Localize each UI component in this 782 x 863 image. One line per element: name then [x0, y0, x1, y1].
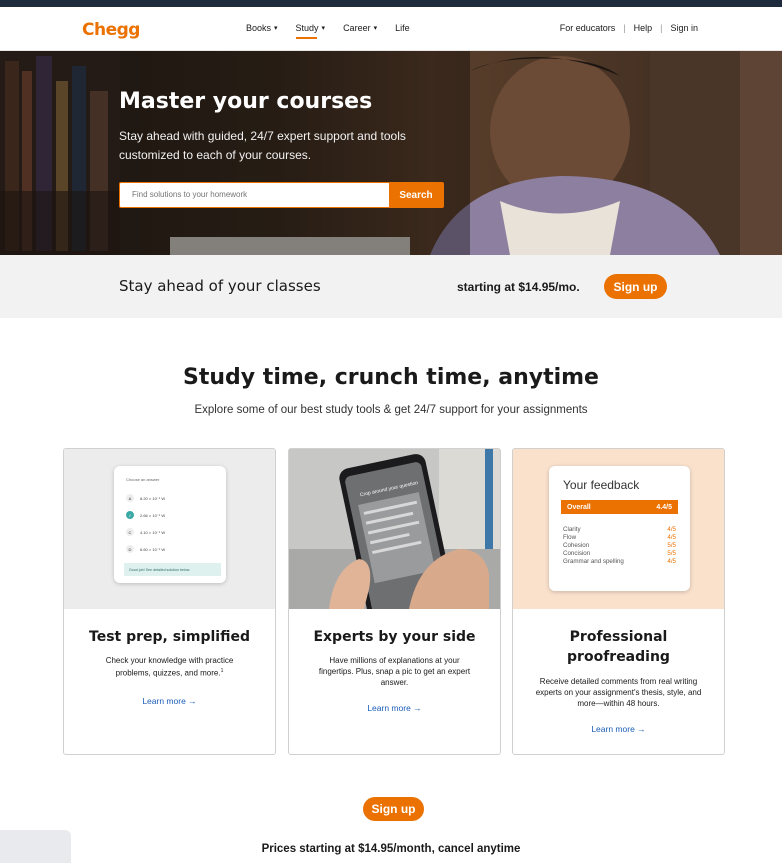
option-letter: D: [126, 545, 134, 553]
quiz-option: C 4.10 × 10⁻¹ W: [126, 528, 165, 536]
card-experts-image: Crop around your question: [289, 449, 500, 609]
card-test-prep-image: Choose an answer A 8.20 × 10⁻¹ W ✓ 2.66 …: [64, 449, 275, 609]
quiz-option: A 8.20 × 10⁻¹ W: [126, 494, 165, 502]
card-title: Professional proofreading: [567, 629, 670, 665]
learn-more-link[interactable]: Learn more →: [64, 696, 275, 706]
row-value: 5/5: [667, 542, 676, 549]
quiz-mockup: Choose an answer A 8.20 × 10⁻¹ W ✓ 2.66 …: [114, 466, 226, 583]
learn-more-link[interactable]: Learn more →: [289, 703, 500, 713]
nav-study[interactable]: Study ▾: [295, 23, 326, 39]
for-educators-link[interactable]: For educators: [560, 23, 616, 33]
overall-value: 4.4/5: [656, 503, 672, 511]
section-title: Study time, crunch time, anytime: [183, 365, 599, 390]
feedback-row: Clarity 4/5: [563, 526, 676, 533]
feedback-row: Concision 5/5: [563, 550, 676, 557]
caret-down-icon: ▾: [373, 25, 378, 32]
option-text: 2.66 × 10⁻¹ W: [140, 512, 166, 518]
option-text: 4.10 × 10⁻¹ W: [140, 529, 166, 535]
overall-label: Overall: [567, 503, 591, 511]
phone-photo: Crop around your question: [289, 449, 500, 609]
caret-down-icon: ▾: [274, 25, 278, 32]
top-nav: Chegg Books ▾ Study ▾ Career ▾ Life For …: [0, 7, 782, 51]
quiz-feedback: Good job! See detailed solution below.: [124, 563, 221, 576]
check-icon: ✓: [126, 511, 134, 519]
quiz-option-selected: ✓ 2.66 × 10⁻¹ W: [126, 511, 165, 519]
nav-right: For educators | Help | Sign in: [560, 23, 698, 33]
nav-books-label: Books: [246, 23, 272, 33]
nav-separator: |: [623, 23, 626, 33]
band-sign-up-button[interactable]: Sign up: [604, 274, 667, 299]
footer-sign-up-button[interactable]: Sign up: [363, 797, 424, 821]
chegg-logo[interactable]: Chegg: [82, 20, 140, 40]
card-description: Receive detailed comments from real writ…: [535, 677, 702, 708]
card-description-text: Check your knowledge with practice probl…: [105, 656, 234, 678]
card-title: Test prep, simplified: [89, 629, 250, 645]
learn-more-link[interactable]: Learn more →: [513, 724, 724, 734]
nav-study-label: Study: [295, 23, 319, 33]
card-description: Have millions of explanations at your fi…: [318, 656, 471, 687]
band-headline: Stay ahead of your classes: [119, 277, 321, 295]
row-label: Clarity: [563, 526, 581, 533]
nav-life[interactable]: Life: [395, 23, 410, 33]
top-strip: [0, 0, 782, 7]
option-letter: A: [126, 494, 134, 502]
nav-career[interactable]: Career ▾: [343, 23, 377, 33]
row-value: 4/5: [667, 526, 676, 533]
arrow-right-icon: →: [188, 696, 197, 706]
hero-banner: Master your courses Stay ahead with guid…: [0, 51, 782, 255]
row-label: Concision: [563, 550, 591, 557]
nav-separator: |: [660, 23, 663, 33]
feedback-row: Flow 4/5: [563, 534, 676, 541]
hero-title: Master your courses: [119, 89, 373, 114]
card-test-prep: Choose an answer A 8.20 × 10⁻¹ W ✓ 2.66 …: [63, 448, 276, 755]
signup-band: Stay ahead of your classes starting at $…: [0, 255, 782, 318]
help-link[interactable]: Help: [634, 23, 653, 33]
chat-widget[interactable]: [0, 830, 71, 863]
card-proofreading-image: Your feedback Overall 4.4/5 Clarity 4/5 F…: [513, 449, 724, 609]
option-text: 6.60 × 10⁻¹ W: [140, 546, 166, 552]
card-description: Check your knowledge with practice probl…: [94, 655, 245, 679]
feedback-mockup: Your feedback Overall 4.4/5 Clarity 4/5 F…: [549, 466, 690, 591]
hero-subtitle: Stay ahead with guided, 24/7 expert supp…: [119, 129, 406, 162]
section-subtitle: Explore some of our best study tools & g…: [194, 404, 588, 416]
arrow-right-icon: →: [413, 703, 422, 713]
main-nav: Books ▾ Study ▾ Career ▾ Life: [246, 23, 410, 39]
row-value: 5/5: [667, 550, 676, 557]
footer-price-text: Prices starting at $14.95/month, cancel …: [261, 843, 521, 855]
nav-career-label: Career: [343, 23, 371, 33]
hero-search: Search: [119, 182, 444, 208]
sign-in-link[interactable]: Sign in: [670, 23, 698, 33]
feedback-row: Cohesion 5/5: [563, 542, 676, 549]
caret-down-icon: ▾: [321, 25, 326, 32]
row-label: Flow: [563, 534, 577, 541]
card-proofreading: Your feedback Overall 4.4/5 Clarity 4/5 F…: [512, 448, 725, 755]
nav-life-label: Life: [395, 23, 410, 33]
row-value: 4/5: [667, 534, 676, 541]
overall-score-bar: Overall 4.4/5: [561, 500, 678, 514]
feedback-title: Your feedback: [563, 478, 640, 492]
option-text: 8.20 × 10⁻¹ W: [140, 495, 166, 501]
quiz-question: Choose an answer: [126, 477, 160, 482]
learn-more-label: Learn more: [591, 724, 635, 734]
card-title: Experts by your side: [313, 629, 476, 645]
row-label: Grammar and spelling: [563, 558, 624, 565]
learn-more-label: Learn more: [142, 696, 186, 706]
option-letter: C: [126, 528, 134, 536]
arrow-right-icon: →: [637, 724, 646, 734]
search-button[interactable]: Search: [389, 183, 443, 207]
nav-books[interactable]: Books ▾: [246, 23, 278, 33]
band-price: starting at $14.95/mo.: [457, 280, 580, 294]
row-value: 4/5: [667, 558, 676, 565]
learn-more-label: Learn more: [367, 703, 411, 713]
quiz-option: D 6.60 × 10⁻¹ W: [126, 545, 165, 553]
row-label: Cohesion: [563, 542, 590, 549]
homework-search-input[interactable]: [120, 183, 392, 205]
feedback-row: Grammar and spelling 4/5: [563, 558, 676, 565]
card-experts: Crop around your question Experts by you…: [288, 448, 501, 755]
footnote-marker: 1: [220, 668, 224, 674]
